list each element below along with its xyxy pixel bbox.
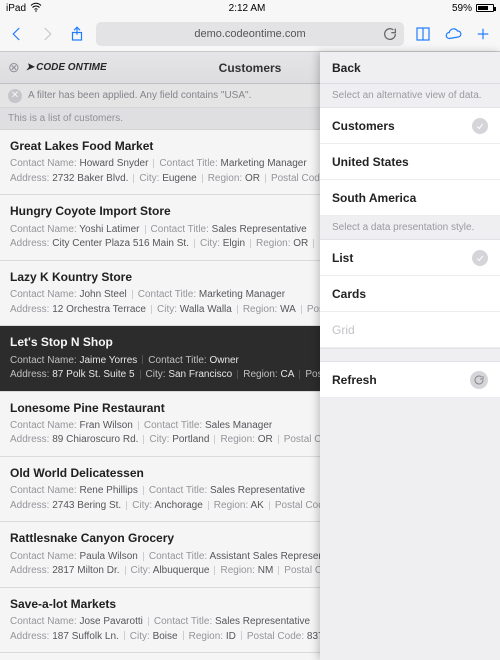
- filter-text: A filter has been applied. Any field con…: [28, 90, 251, 101]
- url-bar[interactable]: demo.codeontime.com: [96, 22, 404, 46]
- list-subheader-text: This is a list of customers.: [8, 113, 123, 124]
- refresh-label: Refresh: [332, 373, 377, 387]
- refresh-icon: [470, 371, 488, 389]
- style-option: Grid: [320, 312, 500, 348]
- status-bar: iPad 2:12 AM 59%: [0, 0, 500, 16]
- view-option[interactable]: South America: [320, 180, 500, 216]
- panel-back[interactable]: Back: [320, 52, 500, 84]
- reload-icon[interactable]: [382, 26, 398, 42]
- view-option-label: United States: [332, 155, 409, 169]
- style-option-label: Cards: [332, 287, 366, 301]
- style-option-label: List: [332, 251, 353, 265]
- panel-back-label: Back: [332, 61, 361, 75]
- back-icon[interactable]: [6, 23, 28, 45]
- panel-hint-style: Select a data presentation style.: [320, 216, 500, 240]
- view-option[interactable]: Customers: [320, 108, 500, 144]
- style-option-label: Grid: [332, 323, 355, 337]
- clock: 2:12 AM: [229, 3, 266, 14]
- style-option[interactable]: List: [320, 240, 500, 276]
- forward-icon: [36, 23, 58, 45]
- style-option[interactable]: Cards: [320, 276, 500, 312]
- check-icon: [472, 250, 488, 266]
- battery-pct: 59%: [452, 3, 472, 14]
- browser-toolbar: demo.codeontime.com: [0, 16, 500, 52]
- view-panel: Back Select an alternative view of data.…: [320, 52, 500, 660]
- share-icon[interactable]: [66, 23, 88, 45]
- clear-filter-icon[interactable]: ✕: [8, 89, 22, 103]
- view-option-label: South America: [332, 191, 416, 205]
- refresh-button[interactable]: Refresh: [320, 362, 500, 398]
- panel-spacer: [320, 348, 500, 362]
- wifi-icon: [30, 2, 42, 15]
- cloud-icon[interactable]: [442, 23, 464, 45]
- panel-hint-view: Select an alternative view of data.: [320, 84, 500, 108]
- url-text: demo.codeontime.com: [194, 28, 305, 40]
- plus-icon[interactable]: [472, 23, 494, 45]
- book-icon[interactable]: [412, 23, 434, 45]
- device-label: iPad: [6, 3, 26, 14]
- view-option[interactable]: United States: [320, 144, 500, 180]
- view-option-label: Customers: [332, 119, 395, 133]
- battery-icon: [476, 4, 494, 12]
- check-icon: [472, 118, 488, 134]
- panel-fill: [320, 398, 500, 660]
